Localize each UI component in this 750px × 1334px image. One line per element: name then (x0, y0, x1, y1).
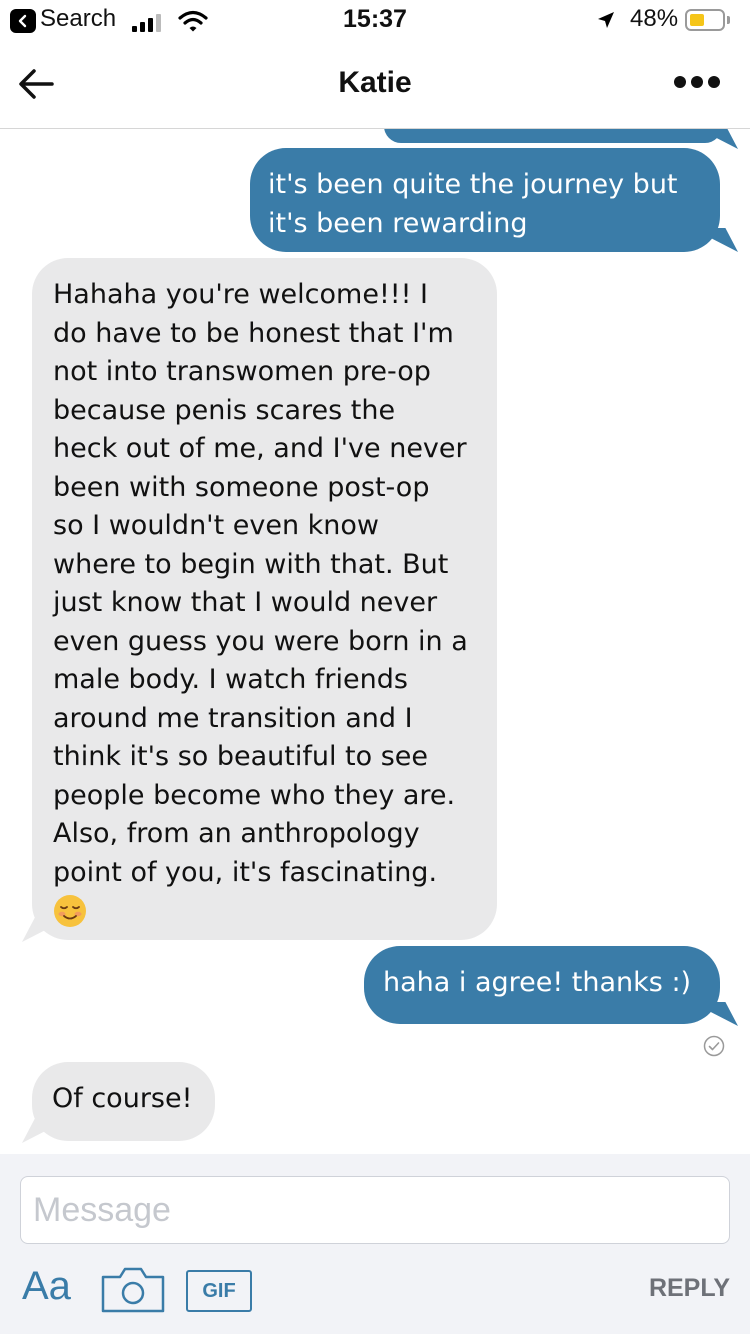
message-bubble-incoming[interactable]: Of course! (32, 1062, 215, 1141)
message-thread[interactable]: it's been quite the journey but it's bee… (0, 129, 750, 1154)
contact-name[interactable]: Katie (0, 66, 750, 100)
message-text: it's been quite the journey but it's bee… (268, 169, 678, 239)
conversation-header: Katie (0, 40, 750, 129)
message-text: haha i agree! thanks :) (383, 967, 692, 998)
text-format-button[interactable]: Aa (22, 1264, 71, 1309)
message-input[interactable] (20, 1176, 730, 1244)
bubble-tail (710, 1002, 738, 1026)
battery-icon (685, 9, 725, 31)
message-text: Hahaha you're welcome!!! I do have to be… (53, 279, 468, 888)
battery-fill (690, 14, 704, 26)
battery-percent: 48% (630, 5, 679, 32)
battery-tip (727, 16, 730, 24)
status-bar: Search 15:37 48% (0, 0, 750, 40)
read-check-icon (703, 1035, 725, 1057)
message-bubble-incoming[interactable]: Hahaha you're welcome!!! I do have to be… (32, 258, 497, 940)
composer: Aa GIF REPLY (0, 1154, 750, 1334)
message-bubble-outgoing[interactable]: it's been quite the journey but it's bee… (250, 148, 720, 252)
reply-button[interactable]: REPLY (620, 1274, 730, 1303)
message-bubble-partial (384, 129, 722, 143)
more-dots-icon[interactable] (672, 70, 722, 94)
message-bubble-outgoing[interactable]: haha i agree! thanks :) (364, 946, 720, 1024)
camera-icon[interactable] (100, 1264, 166, 1314)
location-arrow-icon (596, 10, 616, 34)
message-text: Of course! (52, 1083, 193, 1114)
bubble-tail (710, 228, 738, 252)
gif-button[interactable]: GIF (186, 1270, 252, 1312)
smiling-face-icon (53, 894, 87, 928)
